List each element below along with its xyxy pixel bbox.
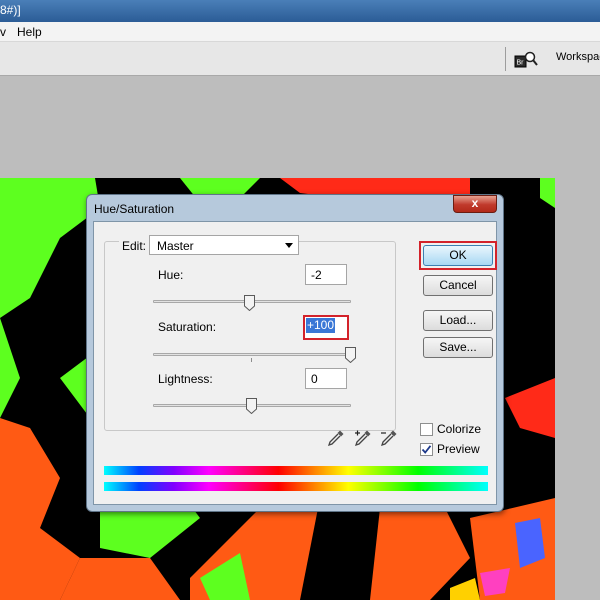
dialog-title: Hue/Saturation: [94, 202, 175, 216]
close-button[interactable]: x: [453, 195, 497, 213]
options-bar: Br Workspac: [0, 42, 600, 76]
toolbar-divider: [505, 47, 506, 71]
ok-button[interactable]: OK: [423, 245, 493, 266]
dialog-client-area: Edit: Master Hue: -2 Saturation: +100 Li…: [93, 221, 497, 505]
lightness-input[interactable]: 0: [305, 368, 347, 389]
lightness-label: Lightness:: [158, 372, 213, 386]
colorize-checkbox[interactable]: [420, 423, 433, 436]
window-title: 8#)]: [0, 3, 21, 17]
cancel-button[interactable]: Cancel: [423, 275, 493, 296]
lightness-slider-thumb[interactable]: [246, 398, 257, 414]
preview-label: Preview: [437, 442, 480, 456]
hue-label: Hue:: [158, 268, 184, 282]
menu-bar: v Help: [0, 22, 600, 42]
eyedropper-subtract-icon[interactable]: [380, 429, 398, 447]
bridge-search-icon[interactable]: Br: [514, 50, 538, 70]
saturation-value: +100: [306, 318, 336, 333]
hue-input[interactable]: -2: [305, 264, 347, 285]
close-icon: x: [471, 196, 479, 210]
saturation-slider-tick: [251, 358, 252, 362]
preview-checkbox[interactable]: [420, 443, 433, 456]
hue-slider-thumb[interactable]: [244, 295, 255, 311]
saturation-label: Saturation:: [158, 320, 217, 334]
eyedropper-icon[interactable]: [327, 429, 345, 447]
menu-item-help[interactable]: Help: [17, 25, 42, 39]
menu-item-view[interactable]: v: [0, 25, 6, 39]
eyedropper-add-icon[interactable]: [354, 429, 372, 447]
workspace-switcher[interactable]: Workspac: [556, 51, 600, 63]
chevron-down-icon: [285, 243, 293, 248]
saturation-slider-thumb[interactable]: [345, 347, 356, 363]
checkmark-icon: [421, 445, 432, 454]
edit-dropdown-value: Master: [157, 239, 194, 253]
load-button[interactable]: Load...: [423, 310, 493, 331]
output-color-spectrum: [104, 482, 488, 491]
svg-text:Br: Br: [517, 60, 525, 67]
edit-label: Edit:: [119, 239, 150, 253]
save-button[interactable]: Save...: [423, 337, 493, 358]
hue-saturation-dialog: Hue/Saturation x Edit: Master Hue: -2 Sa…: [86, 194, 504, 512]
saturation-input[interactable]: +100: [303, 315, 349, 340]
saturation-slider-track[interactable]: [153, 353, 351, 356]
input-color-spectrum: [104, 466, 488, 475]
window-title-bar: 8#)]: [0, 0, 600, 22]
edit-dropdown[interactable]: Master: [149, 235, 299, 255]
colorize-label: Colorize: [437, 422, 482, 436]
